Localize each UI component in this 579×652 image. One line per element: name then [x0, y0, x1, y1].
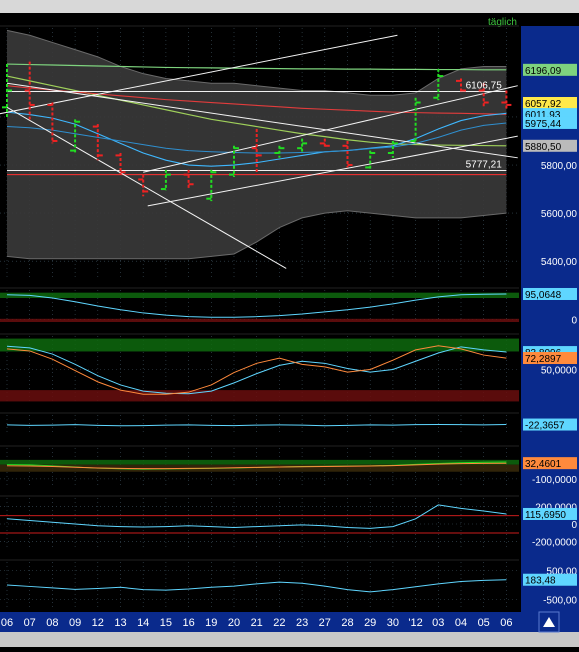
indicator-zone: [0, 532, 519, 534]
value-tag-label: -22,3657: [525, 421, 565, 432]
value-tag-label: 5880,50: [525, 142, 562, 153]
x-tick-label: 08: [46, 617, 58, 629]
y-tick-label: -500,00: [543, 595, 577, 606]
panel-ind5: [0, 495, 519, 550]
y-tick-label: 0: [571, 315, 577, 326]
x-tick-label: 30: [387, 617, 399, 629]
x-tick-label: 19: [205, 617, 217, 629]
x-tick-label: 04: [455, 617, 467, 629]
indicator-zone: [0, 318, 519, 322]
indicator-zone: [0, 464, 519, 472]
x-tick-label: 13: [114, 617, 126, 629]
x-tick-label: 22: [273, 617, 285, 629]
value-tag-label: 5975,44: [525, 119, 562, 130]
x-tick-label: 27: [319, 617, 331, 629]
x-tick-label: 07: [24, 617, 36, 629]
x-tick-label: 15: [160, 617, 172, 629]
indicator-zone: [0, 390, 519, 402]
x-tick-label: 29: [364, 617, 376, 629]
indicator-zone: [0, 292, 519, 298]
x-tick-label: 23: [296, 617, 308, 629]
indicator-zone: [0, 338, 519, 352]
y-tick-label: 5800,00: [541, 161, 578, 172]
chart-window: täglich5400,005600,005800,006000,006106,…: [0, 0, 579, 647]
price-annotation: 5777,21: [466, 160, 503, 171]
x-tick-label: 20: [228, 617, 240, 629]
y-tick-label: 0: [571, 520, 577, 531]
y-tick-label: 5400,00: [541, 257, 578, 268]
x-tick-label: 06: [1, 617, 13, 629]
x-tick-label: '12: [408, 617, 422, 629]
value-tag-label: 115,6950: [525, 510, 566, 521]
x-tick-label: 14: [137, 617, 149, 629]
value-tag-label: 32,4601: [525, 459, 562, 470]
panel-background: [0, 562, 519, 608]
x-tick-label: 16: [182, 617, 194, 629]
price-annotation: 6106,75: [466, 80, 503, 91]
x-tick-label: 21: [251, 617, 263, 629]
chart-canvas[interactable]: täglich5400,005600,005800,006000,006106,…: [0, 0, 579, 647]
x-tick-label: 03: [432, 617, 444, 629]
status-bar: [0, 632, 579, 647]
x-axis-panel: [0, 612, 579, 632]
value-tag-label: 95,0648: [525, 290, 562, 301]
title-bar: [0, 0, 579, 13]
y-tick-label: 5600,00: [541, 209, 578, 220]
value-tag-label: 72,2897: [525, 354, 562, 365]
x-tick-label: 06: [500, 617, 512, 629]
y-tick-label: 50,0000: [541, 366, 578, 377]
indicator-zone: [0, 515, 519, 517]
value-tag-label: 6196,09: [525, 66, 562, 77]
panel-ind3: [0, 412, 519, 433]
x-tick-label: 05: [478, 617, 490, 629]
y-tick-label: -200,0000: [532, 537, 577, 548]
x-tick-label: 12: [92, 617, 104, 629]
value-tag-label: 183,48: [525, 576, 556, 587]
x-tick-label: 28: [341, 617, 353, 629]
y-tick-label: -100,0000: [532, 475, 577, 486]
x-tick-label: 09: [69, 617, 81, 629]
